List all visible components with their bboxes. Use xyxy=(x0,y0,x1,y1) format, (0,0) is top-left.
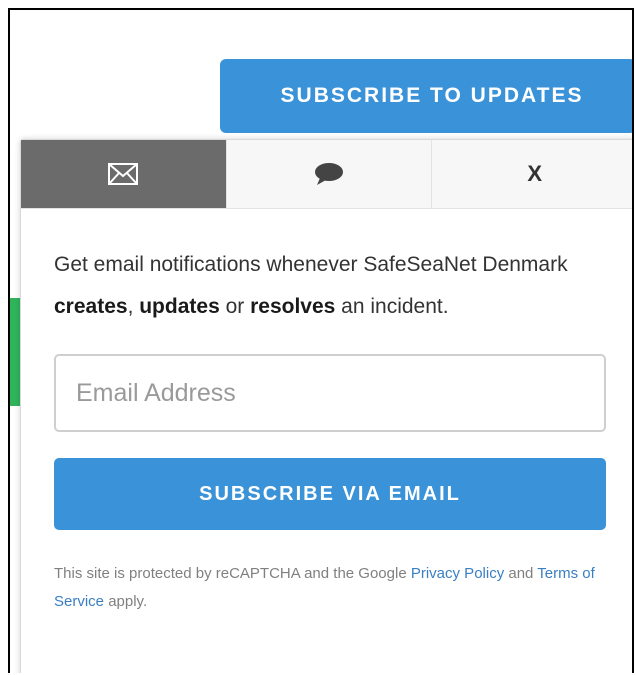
description-text: an incident. xyxy=(335,295,449,318)
description-bold-resolves: resolves xyxy=(250,295,336,318)
description-text: , xyxy=(127,295,140,318)
subscribe-popup: X Get email notifications whenever SafeS… xyxy=(20,139,632,673)
recaptcha-text: and xyxy=(504,565,538,582)
description-bold-creates: creates xyxy=(54,295,128,318)
close-icon: X xyxy=(527,161,543,186)
envelope-icon xyxy=(108,163,139,185)
description-text: Get email notifications whenever SafeSea… xyxy=(54,253,568,276)
recaptcha-text: This site is protected by reCAPTCHA and … xyxy=(54,565,411,582)
privacy-policy-link[interactable]: Privacy Policy xyxy=(411,565,504,582)
tab-sms[interactable] xyxy=(225,140,432,208)
subscribe-to-updates-button[interactable]: SUBSCRIBE TO UPDATES xyxy=(220,59,632,133)
subscribe-description: Get email notifications whenever SafeSea… xyxy=(54,244,604,328)
screenshot-frame: SUBSCRIBE TO UPDATES X Get email notific… xyxy=(8,8,634,673)
subscribe-via-email-button[interactable]: SUBSCRIBE VIA EMAIL xyxy=(54,458,606,530)
description-bold-updates: updates xyxy=(139,295,220,318)
description-text: or xyxy=(219,295,251,318)
recaptcha-notice: This site is protected by reCAPTCHA and … xyxy=(54,560,604,616)
tab-close[interactable]: X xyxy=(431,140,632,208)
popup-content: Get email notifications whenever SafeSea… xyxy=(21,209,632,616)
status-strip xyxy=(10,298,20,406)
recaptcha-text: apply. xyxy=(104,593,148,610)
tab-email[interactable] xyxy=(21,140,226,208)
subscribe-tabs: X xyxy=(21,140,632,209)
speech-bubble-icon xyxy=(315,163,343,185)
email-field[interactable] xyxy=(54,354,606,432)
